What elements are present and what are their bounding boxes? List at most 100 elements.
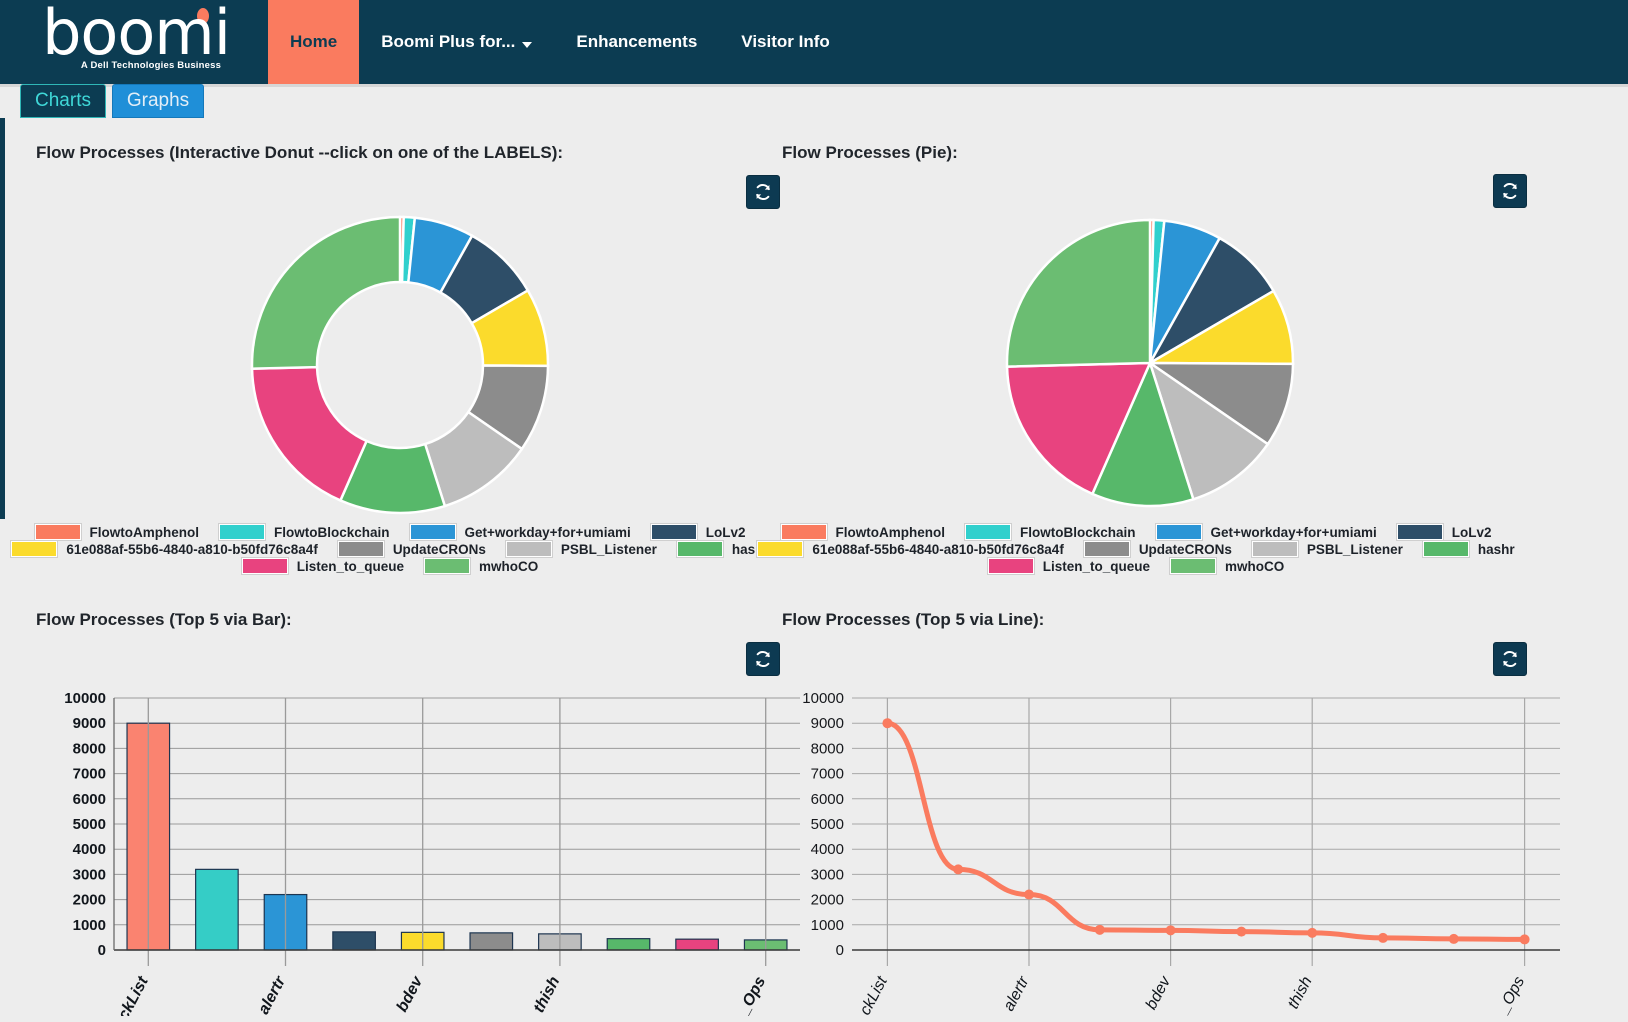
donut-title: Flow Processes (Interactive Donut --clic… xyxy=(36,143,564,162)
line-marker[interactable] xyxy=(1378,932,1388,943)
tab-charts-label: Charts xyxy=(35,90,91,111)
y-tick-label: 4000 xyxy=(73,841,106,858)
panel-donut: Flow Processes (Interactive Donut --clic… xyxy=(36,143,776,163)
line-marker[interactable] xyxy=(1165,925,1176,936)
pie-chart[interactable] xyxy=(940,213,1360,513)
legend-item[interactable]: Get+workday+for+umiami xyxy=(408,523,631,541)
legend-swatch xyxy=(756,540,805,558)
legend-item[interactable]: Listen_to_queue xyxy=(240,557,405,575)
panel-pie: Flow Processes (Pie): xyxy=(782,143,1522,163)
pie-refresh-button[interactable] xyxy=(1493,174,1527,208)
line-marker[interactable] xyxy=(1094,924,1105,935)
legend-swatch xyxy=(240,557,289,575)
line-marker[interactable] xyxy=(1236,926,1247,937)
legend-swatch xyxy=(779,523,828,541)
legend-swatch xyxy=(1169,557,1218,575)
legend-item[interactable]: LoLv2 xyxy=(1395,523,1491,541)
legend-label: PSBL_Listener xyxy=(1306,541,1403,557)
nav-item-visitor-info-label: Visitor Info xyxy=(741,32,830,51)
legend-item[interactable]: FlowtoAmphenol xyxy=(33,523,199,541)
line-marker[interactable] xyxy=(1024,889,1034,900)
donut-legend: FlowtoAmphenol FlowtoBlockchain Get+workda… xyxy=(10,523,769,575)
legend-label: PSBL_Listener xyxy=(560,541,657,557)
legend-label: mwhoCO xyxy=(1225,558,1285,574)
x-tick-label: alertr xyxy=(1000,973,1032,1014)
x-tick-label: ckList xyxy=(857,973,891,1016)
legend-item[interactable]: Listen_to_queue xyxy=(986,557,1150,575)
legend-item[interactable]: FlowtoBlockchain xyxy=(218,523,390,541)
bar[interactable] xyxy=(195,868,239,951)
boomi-logo[interactable]: boomi A Dell Technologies Business xyxy=(0,0,268,84)
legend-label: FlowtoAmphenol xyxy=(89,524,199,540)
legend-item[interactable]: mwhoCO xyxy=(1169,557,1285,575)
y-tick-label: 10000 xyxy=(64,690,106,707)
nav-item-visitor-info[interactable]: Visitor Info xyxy=(719,0,851,84)
legend-swatch xyxy=(1154,523,1203,541)
legend-item[interactable]: hashr xyxy=(675,540,769,558)
legend-label: FlowtoAmphenol xyxy=(835,524,945,540)
tab-graphs[interactable]: Graphs xyxy=(112,84,204,118)
y-tick-label: 2000 xyxy=(73,892,106,909)
x-tick-label: thish xyxy=(1285,974,1316,1012)
legend-label: Get+workday+for+umiami xyxy=(1210,524,1377,540)
y-tick-label: 9000 xyxy=(73,715,106,732)
legend-item[interactable]: UpdateCRONs xyxy=(336,540,486,558)
y-tick-label: 1000 xyxy=(73,917,106,934)
legend-item[interactable]: 61e088af-55b6-4840-a810-b50fd76c8a4f xyxy=(756,540,1064,558)
tab-charts[interactable]: Charts xyxy=(20,84,106,118)
legend-swatch xyxy=(649,523,698,541)
legend-item[interactable]: LoLv2 xyxy=(649,523,745,541)
legend-swatch xyxy=(1421,540,1470,558)
pie-legend: FlowtoAmphenol FlowtoBlockchain Get+workda… xyxy=(756,523,1515,575)
legend-item[interactable]: Get+workday+for+umiami xyxy=(1154,523,1377,541)
legend-label: FlowtoBlockchain xyxy=(1020,524,1136,540)
line-marker[interactable] xyxy=(1307,927,1318,938)
legend-item[interactable]: FlowtoAmphenol xyxy=(779,523,945,541)
line-title: Flow Processes (Top 5 via Line): xyxy=(782,610,1045,629)
nav-item-home[interactable]: Home xyxy=(268,0,360,84)
bar[interactable] xyxy=(332,931,376,951)
legend-row: FlowtoAmphenol FlowtoBlockchain Get+workda… xyxy=(766,523,1506,541)
legend-swatch xyxy=(10,540,59,558)
bar[interactable] xyxy=(675,938,719,951)
bar[interactable] xyxy=(469,932,514,951)
bar-chart[interactable]: 1000090008000700060005000400030002000100… xyxy=(18,686,808,1016)
legend-item[interactable]: UpdateCRONs xyxy=(1082,540,1232,558)
bar-refresh-button[interactable] xyxy=(746,642,780,676)
legend-item[interactable]: FlowtoBlockchain xyxy=(964,523,1136,541)
pie-slice[interactable] xyxy=(250,365,369,503)
y-tick-label: 0 xyxy=(836,942,844,959)
y-tick-label: 6000 xyxy=(811,791,844,808)
nav-item-boomi-plus[interactable]: Boomi Plus for... xyxy=(359,0,554,84)
y-tick-label: 5000 xyxy=(73,816,106,833)
y-tick-label: 4000 xyxy=(811,841,844,858)
donut-refresh-button[interactable] xyxy=(746,175,780,209)
line-marker[interactable] xyxy=(953,864,964,875)
donut-chart[interactable] xyxy=(190,215,610,515)
legend-item[interactable]: PSBL_Listener xyxy=(504,540,657,558)
bar[interactable] xyxy=(606,938,651,951)
line-chart[interactable]: 1000090008000700060005000400030002000100… xyxy=(790,686,1580,1016)
line-marker[interactable] xyxy=(882,718,893,729)
y-tick-label: 1000 xyxy=(811,917,844,934)
refresh-icon xyxy=(756,650,770,668)
legend-label: 61e088af-55b6-4840-a810-b50fd76c8a4f xyxy=(812,541,1064,557)
legend-item[interactable]: PSBL_Listener xyxy=(1250,540,1403,558)
nav-items: Home Boomi Plus for... Enhancements Visi… xyxy=(268,0,852,84)
bar-title: Flow Processes (Top 5 via Bar): xyxy=(36,610,292,629)
legend-item[interactable]: hashr xyxy=(1421,540,1515,558)
legend-swatch xyxy=(408,523,457,541)
pie-slice[interactable] xyxy=(1005,218,1152,368)
legend-item[interactable]: 61e088af-55b6-4840-a810-b50fd76c8a4f xyxy=(10,540,318,558)
pie-slice[interactable] xyxy=(250,215,402,371)
legend-label: UpdateCRONs xyxy=(1138,541,1232,557)
legend-label: Listen_to_queue xyxy=(296,558,405,574)
line-marker[interactable] xyxy=(1519,934,1530,945)
line-marker[interactable] xyxy=(1448,933,1459,944)
legend-item[interactable]: mwhoCO xyxy=(423,557,538,575)
legend-swatch xyxy=(1082,540,1131,558)
nav-item-enhancements[interactable]: Enhancements xyxy=(554,0,719,84)
x-tick-label: thish xyxy=(530,974,563,1016)
tab-graphs-label: Graphs xyxy=(126,90,190,111)
line-refresh-button[interactable] xyxy=(1493,642,1527,676)
